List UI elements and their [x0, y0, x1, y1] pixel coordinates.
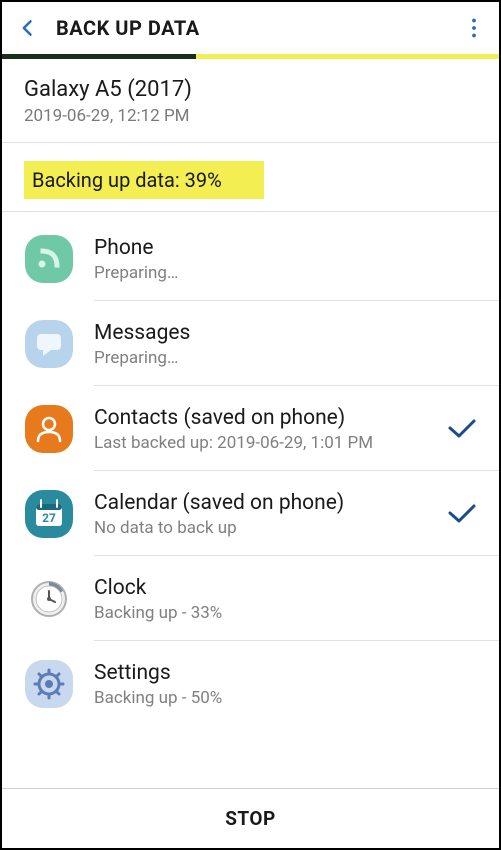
clock-icon — [24, 574, 74, 624]
svg-text:27: 27 — [42, 511, 56, 525]
list-item-text: Calendar (saved on phone) No data to bac… — [94, 491, 427, 538]
list-item[interactable]: Settings Backing up - 50% — [2, 641, 499, 725]
list-item-text: Clock Backing up - 33% — [94, 576, 477, 623]
list-item-sub: Backing up - 50% — [94, 688, 477, 708]
contacts-icon — [24, 404, 74, 454]
back-icon[interactable] — [18, 18, 38, 38]
list-item-title: Calendar (saved on phone) — [94, 491, 427, 515]
device-name: Galaxy A5 (2017) — [24, 77, 477, 102]
calendar-icon: 27 — [24, 489, 74, 539]
device-section: Galaxy A5 (2017) 2019-06-29, 12:12 PM — [2, 59, 499, 142]
list-item-sub: Preparing… — [94, 348, 477, 368]
list-item[interactable]: Messages Preparing… — [2, 301, 499, 385]
list-item-sub: Preparing… — [94, 263, 477, 283]
device-timestamp: 2019-06-29, 12:12 PM — [24, 106, 477, 126]
list-item-title: Contacts (saved on phone) — [94, 406, 427, 430]
stop-button[interactable]: STOP — [225, 807, 276, 830]
header-left: BACK UP DATA — [18, 16, 200, 40]
list-item-sub: Backing up - 33% — [94, 603, 477, 623]
list-item-text: Phone Preparing… — [94, 236, 477, 283]
list-item-sub: Last backed up: 2019-06-29, 1:01 PM — [94, 433, 427, 453]
divider — [2, 142, 499, 143]
settings-icon — [24, 659, 74, 709]
status-banner: Backing up data: 39% — [24, 161, 264, 199]
list-item[interactable]: Phone Preparing… — [2, 216, 499, 300]
list-item-title: Clock — [94, 576, 477, 600]
list-item-title: Settings — [94, 661, 477, 685]
list-item[interactable]: 27 Calendar (saved on phone) No data to … — [2, 471, 499, 555]
progress-bar-track — [2, 54, 499, 59]
list-item-text: Contacts (saved on phone) Last backed up… — [94, 406, 427, 453]
header: BACK UP DATA — [2, 2, 499, 54]
checkmark-icon — [447, 503, 477, 525]
list-item-title: Phone — [94, 236, 477, 260]
list-item-text: Messages Preparing… — [94, 321, 477, 368]
list-item-title: Messages — [94, 321, 477, 345]
phone-icon — [24, 234, 74, 284]
messages-icon — [24, 319, 74, 369]
checkmark-icon — [447, 418, 477, 440]
backup-list: Phone Preparing… Messages Preparing… — [2, 212, 499, 788]
list-item[interactable]: Contacts (saved on phone) Last backed up… — [2, 386, 499, 470]
list-item-sub: No data to back up — [94, 518, 427, 538]
progress-bar-fill — [2, 54, 196, 59]
list-item-text: Settings Backing up - 50% — [94, 661, 477, 708]
page-title: BACK UP DATA — [56, 16, 200, 40]
more-icon[interactable] — [465, 16, 483, 40]
list-item[interactable]: Clock Backing up - 33% — [2, 556, 499, 640]
footer: STOP — [2, 788, 499, 848]
